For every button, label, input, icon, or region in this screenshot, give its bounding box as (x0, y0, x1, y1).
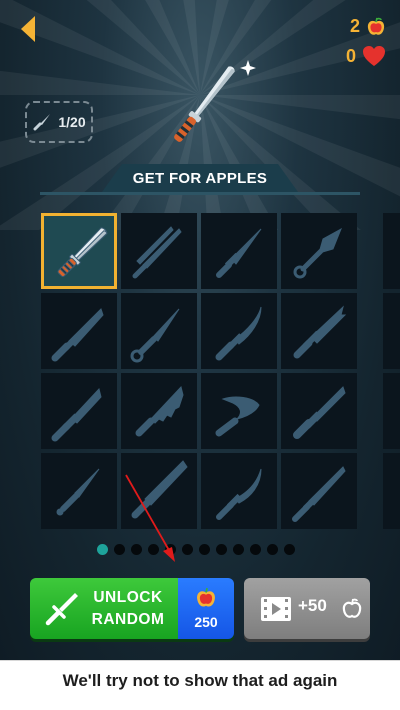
unlock-cost-value: 250 (194, 614, 218, 630)
knife-tile-combat-knife[interactable] (41, 293, 117, 369)
knife-tile-bowie-knife[interactable] (281, 293, 357, 369)
unlock-random-label: UNLOCK RANDOM (80, 587, 176, 631)
ring-knife-icon (130, 308, 180, 363)
knife-tile-dagger[interactable] (201, 213, 277, 289)
knife-tile-serrated-knife[interactable] (121, 373, 197, 449)
knife-tile-throwing-knife[interactable] (41, 453, 117, 529)
kukri-icon (215, 396, 260, 437)
knife-tile-curved-dagger[interactable] (201, 453, 277, 529)
knife-shop-screen: 2 0 1/20 GET FOR APPLES UNLOCK RANDOM 25… (0, 0, 400, 660)
section-banner: GET FOR APPLES (40, 162, 360, 196)
page-indicator (97, 544, 295, 555)
curved-dagger-icon (216, 468, 262, 520)
combat-knife-icon (51, 308, 104, 362)
knife-tile-ring-knife[interactable] (121, 293, 197, 369)
next-page-tile-peek (383, 293, 400, 369)
heart-icon (363, 46, 385, 66)
army-knife-icon (293, 386, 346, 439)
apple-count: 2 (349, 16, 360, 36)
throwing-knife-icon (56, 468, 100, 516)
knife-collection-progress: 1/20 (25, 101, 93, 143)
lives-count: 0 (345, 45, 356, 66)
knife-icon (33, 114, 51, 131)
page-dot-3[interactable] (131, 544, 142, 555)
long-knife-icon (292, 466, 346, 522)
kunai-icon (293, 227, 342, 279)
serrated-knife-icon (135, 385, 184, 437)
page-dot-4[interactable] (148, 544, 159, 555)
film-icon (261, 597, 291, 621)
page-dot-2[interactable] (114, 544, 125, 555)
sword-icon (45, 593, 78, 626)
toast-message: We'll try not to show that ad again (62, 671, 338, 690)
back-arrow-icon[interactable] (18, 14, 38, 44)
knife-tile-tactical-knife[interactable] (41, 373, 117, 449)
page-dot-8[interactable] (216, 544, 227, 555)
knife-tile-chef-knife[interactable] (41, 213, 117, 289)
knife-tile-kukri[interactable] (201, 373, 277, 449)
video-reward-amount: +50 (298, 596, 327, 615)
next-page-tile-peek (383, 213, 400, 289)
watch-video-button[interactable]: +50 (244, 578, 370, 639)
tactical-knife-icon (51, 387, 102, 442)
unlock-label-line1: UNLOCK (93, 589, 163, 606)
hunting-knife-icon (215, 306, 262, 361)
selected-knife-preview (174, 60, 256, 142)
page-dot-12[interactable] (284, 544, 295, 555)
twin-blade-icon (132, 226, 182, 279)
page-dot-11[interactable] (267, 544, 278, 555)
page-dot-1[interactable] (97, 544, 108, 555)
unlock-label-line2: RANDOM (91, 611, 165, 628)
knife-tile-hunting-knife[interactable] (201, 293, 277, 369)
lives-counter: 0 (346, 45, 386, 67)
apple-counter: 2 (350, 16, 386, 37)
apple-icon (197, 587, 215, 607)
apple-outline-icon (342, 598, 362, 618)
knife-tile-machete[interactable] (121, 453, 197, 529)
next-page-tile-peek (383, 373, 400, 449)
dagger-icon (216, 228, 262, 278)
bowie-knife-icon (293, 305, 347, 359)
knife-tile-twin-blade[interactable] (121, 213, 197, 289)
toast-notification: We'll try not to show that ad again (0, 660, 400, 710)
knife-tile-army-knife[interactable] (281, 373, 357, 449)
knife-tile-long-knife[interactable] (281, 453, 357, 529)
apple-icon (367, 17, 385, 35)
knife-progress-text: 1/20 (58, 114, 86, 130)
page-dot-10[interactable] (250, 544, 261, 555)
machete-icon (131, 460, 188, 519)
page-dot-9[interactable] (233, 544, 244, 555)
page-dot-5[interactable] (165, 544, 176, 555)
unlock-random-main: UNLOCK RANDOM (30, 578, 178, 639)
unlock-random-button[interactable]: UNLOCK RANDOM 250 (30, 578, 234, 639)
page-dot-7[interactable] (199, 544, 210, 555)
unlock-cost-panel: 250 (178, 578, 234, 639)
section-title: GET FOR APPLES (132, 169, 268, 187)
page-dot-6[interactable] (182, 544, 193, 555)
chef-knife-icon (57, 227, 108, 278)
next-page-tile-peek (383, 453, 400, 529)
knife-tile-kunai[interactable] (281, 213, 357, 289)
